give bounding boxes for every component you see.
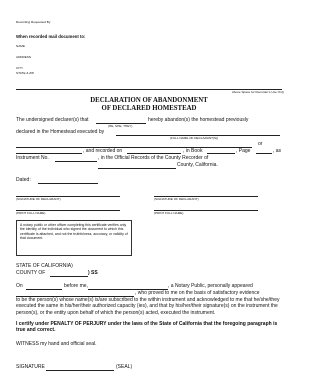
perjury-statement: I certify under PENALTY OF PERJURY under… [16,321,278,334]
title-line-1: DECLARATION OF ABANDONMENT [90,97,208,104]
caption-signature-right: (SIGNATURE OF DECLARANT) [154,197,199,201]
field-state-zip: STATE & ZIP [16,71,35,75]
notary-notice-box: A notary public or other officer complet… [16,220,132,256]
mail-to-label: When recorded mail document to: [16,34,86,39]
blank-ack-date[interactable] [26,289,62,290]
ack-body-text: to be the person(s) whose name(s) is/are… [16,297,280,316]
body-line-5b: , in the Official Records of the County … [98,155,209,161]
caption-declarants: (FULL NAME OF DECLARANT(S)) [170,136,219,140]
caption-print-name-left: (PRINT FULL NAME) [16,211,46,215]
field-city: CITY [16,66,24,70]
caption-print-name-right: (PRINT FULL NAME) [154,211,184,215]
document-page: Recording Requested By When recorded mai… [0,0,298,386]
blank-page[interactable] [256,153,272,154]
body-line-4d: , as [273,148,282,154]
body-line-4a: , and recorded on [83,148,123,154]
blank-venue-county[interactable] [50,276,88,277]
dated-label: Dated: [16,177,31,183]
caption-signature-left: (SIGNATURE OF DECLARANT) [16,197,61,201]
witness-statement: WITNESS my hand and official seal. [16,341,97,347]
recording-requested-by: Recording Requested By [16,20,51,24]
ack-before-me: before me, [64,283,88,289]
body-or: or [258,141,263,147]
notary-seal-label: (SEAL) [116,364,133,370]
body-line-6: County, California. [177,162,218,168]
blank-declarants-2[interactable] [16,147,252,148]
body-line-1a: The undersigned declarer(s) that [16,117,89,123]
notary-signature-label: SIGNATURE [16,364,45,370]
ack-notary: , a Notary Public, personally appeared [168,283,253,289]
body-line-2: declared in the Homestead executed by [16,129,105,135]
recorder-note: Above Space for Recorder's Use Only [231,90,284,94]
ack-who-proved: , who proved to me on the basis of satis… [135,290,260,296]
venue-state: STATE OF CALIFORNIA) [16,263,73,269]
venue-county: COUNTY OF [16,270,46,276]
caption-he-she: (HE, SHE, THEY) [108,124,133,128]
field-name: NAME [16,44,25,48]
blank-recorded-on[interactable] [127,153,181,154]
field-address: ADDRESS [16,55,31,59]
ack-on: On [16,283,23,289]
body-line-1b: hereby abandon(s) the homestead previous… [148,117,249,123]
title-line-2: OF DECLARED HOMESTEAD [101,105,197,112]
body-line-5a: Instrument No. [16,155,49,161]
notary-signature-line[interactable] [46,370,114,371]
blank-date[interactable] [38,183,98,184]
blank-county[interactable] [98,168,176,169]
blank-book[interactable] [207,153,235,154]
body-line-4b: , in Book [183,148,203,154]
venue-ss: ) SS [88,270,98,276]
body-line-4c: , Page [236,148,251,154]
notary-notice-text: A notary public or other officer complet… [20,223,128,241]
blank-instrument-no[interactable] [55,161,97,162]
blank-name-3[interactable] [16,153,82,154]
